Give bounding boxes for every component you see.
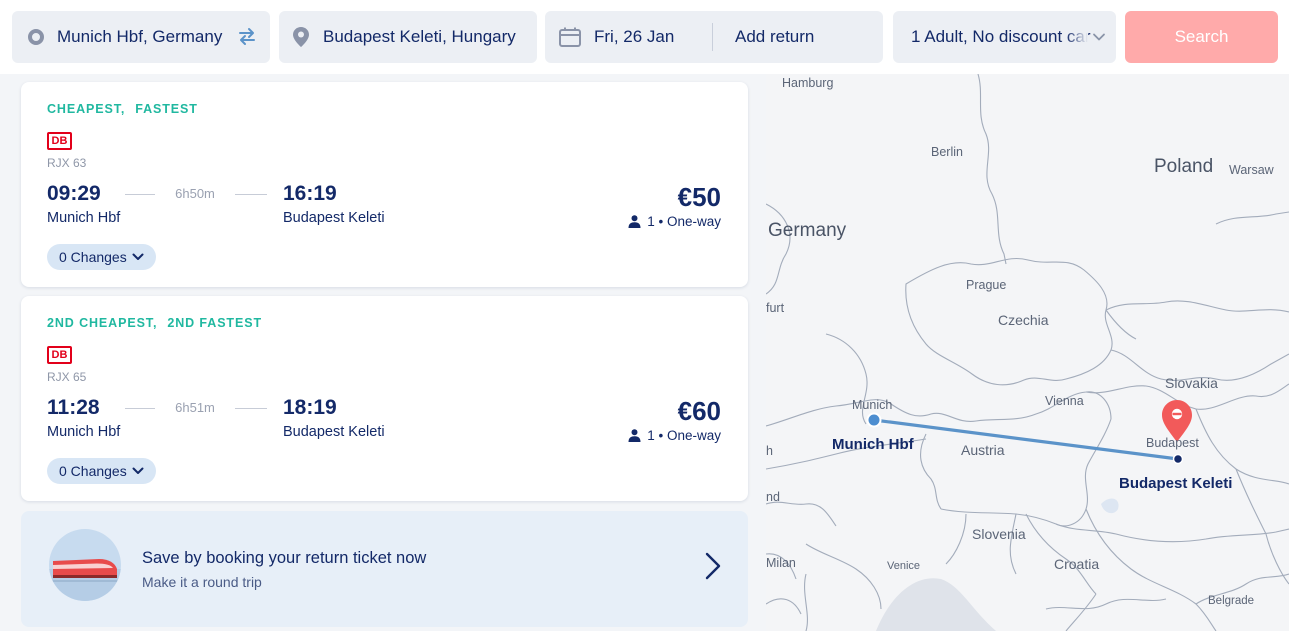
train-icon (49, 559, 121, 601)
changes-label: 0 Changes (59, 463, 127, 479)
passenger-text: 1 • One-way (647, 214, 721, 229)
train-number: RJX 63 (47, 156, 87, 170)
map-label-slovakia: Slovakia (1165, 375, 1218, 391)
date-divider (712, 23, 713, 51)
duration-line-right (235, 194, 267, 195)
map-label-hamburg: Hamburg (782, 76, 834, 90)
map-label-munich: Munich (852, 398, 893, 412)
changes-toggle[interactable]: 0 Changes (47, 458, 156, 484)
passenger-info: 1 • One-way (628, 214, 721, 229)
passengers-field[interactable]: 1 Adult, No discount card (893, 11, 1116, 63)
duration: 6h50m (175, 186, 215, 201)
tag-cheapest: CHEAPEST, (47, 102, 126, 116)
map-label-austria: Austria (961, 442, 1005, 458)
arrival-station: Budapest Keleti (283, 424, 385, 440)
chevron-down-icon (132, 253, 144, 260)
tag-fastest: 2ND FASTEST (167, 316, 262, 330)
changes-toggle[interactable]: 0 Changes (47, 244, 156, 270)
map-label-croatia: Croatia (1054, 556, 1100, 572)
date-value: Fri, 26 Jan (594, 27, 675, 46)
person-icon (628, 215, 641, 228)
arrival-time: 18:19 (283, 396, 337, 419)
return-ticket-promo[interactable]: Save by booking your return ticket now M… (21, 511, 748, 627)
arrival-time: 16:19 (283, 182, 337, 205)
duration-line-left (125, 194, 155, 195)
departure-station: Munich Hbf (47, 210, 121, 226)
map-label-vienna: Vienna (1045, 394, 1084, 408)
result-tags: CHEAPEST, FASTEST (47, 102, 198, 116)
map-label-venice: Venice (887, 560, 921, 572)
train-number: RJX 65 (47, 370, 87, 384)
journey-card[interactable]: 2ND CHEAPEST, 2ND FASTEST DB RJX 65 11:28… (21, 296, 748, 501)
passenger-info: 1 • One-way (628, 428, 721, 443)
price: €60 (677, 396, 721, 426)
map-label-frankfurt: furt (766, 301, 785, 315)
map-label-warsaw: Warsaw (1229, 163, 1274, 177)
chevron-down-icon (132, 467, 144, 474)
duration: 6h51m (175, 400, 215, 415)
db-logo: DB (47, 346, 72, 364)
train-illustration (49, 529, 121, 601)
calendar-icon (559, 27, 581, 47)
departure-station: Munich Hbf (47, 424, 121, 440)
passengers-value: 1 Adult, No discount card (911, 27, 1091, 46)
map-label-berlin: Berlin (931, 145, 963, 159)
search-button[interactable]: Search (1125, 11, 1278, 63)
map-label-poland: Poland (1154, 156, 1214, 177)
destination-field[interactable]: Budapest Keleti, Hungary (279, 11, 537, 63)
route-map[interactable]: Hamburg Berlin Poland Warsaw Germany Pra… (766, 74, 1289, 631)
add-return-button[interactable]: Add return (735, 27, 814, 47)
map-label-germany: Germany (768, 220, 847, 241)
destination-station-label: Budapest Keleti (1119, 475, 1233, 492)
map-label-edge-nd: nd (766, 490, 780, 504)
promo-title: Save by booking your return ticket now (142, 549, 427, 567)
changes-label: 0 Changes (59, 249, 127, 265)
chevron-right-icon[interactable] (704, 551, 722, 581)
person-icon (628, 429, 641, 442)
duration-line-left (125, 408, 155, 409)
destination-value: Budapest Keleti, Hungary (323, 27, 516, 46)
journey-card[interactable]: CHEAPEST, FASTEST DB RJX 63 09:29 6h50m 1… (21, 82, 748, 287)
result-tags: 2ND CHEAPEST, 2ND FASTEST (47, 316, 262, 330)
departure-time: 11:28 (47, 396, 100, 419)
origin-station-label: Munich Hbf (832, 436, 914, 453)
map-label-slovenia: Slovenia (972, 526, 1026, 542)
location-pin-icon (293, 27, 309, 47)
tag-fastest: FASTEST (135, 102, 198, 116)
passengers-fade (1066, 11, 1088, 63)
db-logo: DB (47, 132, 72, 150)
results-list: CHEAPEST, FASTEST DB RJX 63 09:29 6h50m 1… (0, 74, 766, 631)
price: €50 (677, 182, 721, 212)
departure-time: 09:29 (47, 182, 101, 205)
duration-line-right (235, 408, 267, 409)
map-label-milan: Milan (766, 556, 796, 570)
swap-icon[interactable] (236, 25, 258, 47)
date-field[interactable]: Fri, 26 Jan Add return (545, 11, 883, 63)
map-label-edge-h: h (766, 444, 773, 458)
map-label-budapest: Budapest (1146, 436, 1199, 450)
search-bar: Munich Hbf, Germany Budapest Keleti, Hun… (0, 0, 1289, 74)
origin-value: Munich Hbf, Germany (57, 27, 223, 46)
origin-circle-icon (28, 29, 44, 45)
chevron-down-icon (1093, 33, 1105, 41)
tag-cheapest: 2ND CHEAPEST, (47, 316, 158, 330)
map-label-belgrade: Belgrade (1208, 595, 1255, 607)
map-label-czechia: Czechia (998, 312, 1049, 328)
promo-subtitle: Make it a round trip (142, 574, 262, 590)
map-label-prague: Prague (966, 278, 1007, 292)
arrival-station: Budapest Keleti (283, 210, 385, 226)
passenger-text: 1 • One-way (647, 428, 721, 443)
origin-field[interactable]: Munich Hbf, Germany (12, 11, 270, 63)
